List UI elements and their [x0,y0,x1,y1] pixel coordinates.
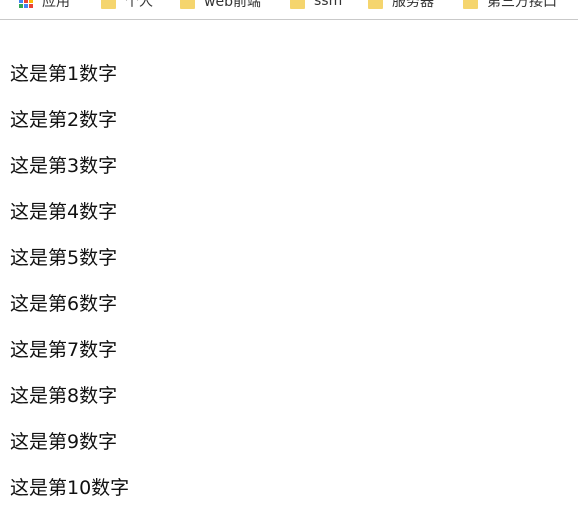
bookmark-apps[interactable]: 应用 [19,0,70,11]
bookmark-label: 第三方接口 [487,0,557,10]
text-line: 这是第6数字 [10,293,118,315]
text-line: 这是第1数字 [10,63,118,85]
text-line: 这是第7数字 [10,339,118,361]
text-line: 这是第4数字 [10,201,118,223]
text-line: 这是第2数字 [10,109,118,131]
text-line: 这是第10数字 [10,477,130,499]
text-line: 这是第9数字 [10,431,118,453]
bookmark-label: 服务器 [392,0,434,10]
folder-icon [290,0,305,9]
text-line: 这是第5数字 [10,247,118,269]
folder-icon [101,0,116,9]
text-line: 这是第8数字 [10,385,118,407]
folder-icon [368,0,383,9]
page-content: 这是第1数字 这是第2数字 这是第3数字 这是第4数字 这是第5数字 这是第6数… [0,20,578,499]
bookmark-label: 应用 [42,0,70,10]
bookmark-folder-personal[interactable]: 个人 [101,0,153,11]
bookmarks-bar: 应用 个人 web前端 ssm 服务器 第三方接口 [0,0,578,20]
bookmark-folder-web-frontend[interactable]: web前端 [180,0,261,11]
folder-icon [463,0,478,9]
text-line: 这是第3数字 [10,155,118,177]
bookmark-folder-third-party-api[interactable]: 第三方接口 [463,0,557,11]
bookmark-label: ssm [314,0,343,9]
bookmark-label: web前端 [204,0,261,10]
bookmark-folder-server[interactable]: 服务器 [368,0,434,11]
bookmark-label: 个人 [125,0,153,10]
folder-icon [180,0,195,9]
bookmark-folder-ssm[interactable]: ssm [290,0,342,11]
apps-icon [19,0,33,8]
